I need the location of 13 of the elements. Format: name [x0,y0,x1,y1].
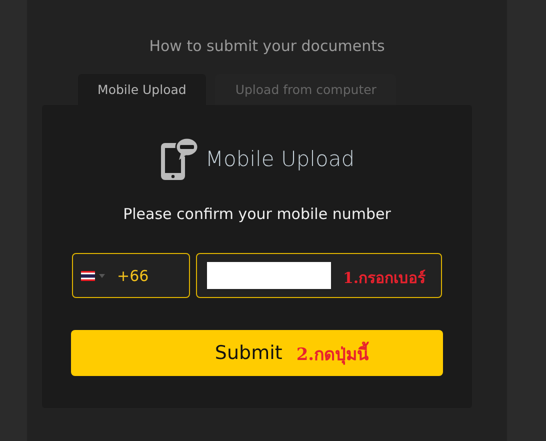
annotation-text: 2.กดปุ่มนี้ [296,340,370,366]
phone-input[interactable]: 1.กรอกเบอร์ [196,253,442,298]
card-title: Mobile Upload [205,147,355,171]
caret-icon [99,274,105,278]
page-heading: How to submit your documents [149,37,385,55]
country-select[interactable]: +66 [72,253,190,298]
tab[interactable]: Mobile Upload [78,74,206,105]
annotation-text: 1.กรอกเบอร์ [343,268,426,289]
submit-button[interactable]: Submit 2.กดปุ่มนี้ [71,330,443,376]
country-code: +66 [117,266,149,284]
thai-flag-icon [81,270,95,280]
phone-sms-icon [159,137,200,181]
prompt-text: Please confirm your mobile number [123,205,391,223]
